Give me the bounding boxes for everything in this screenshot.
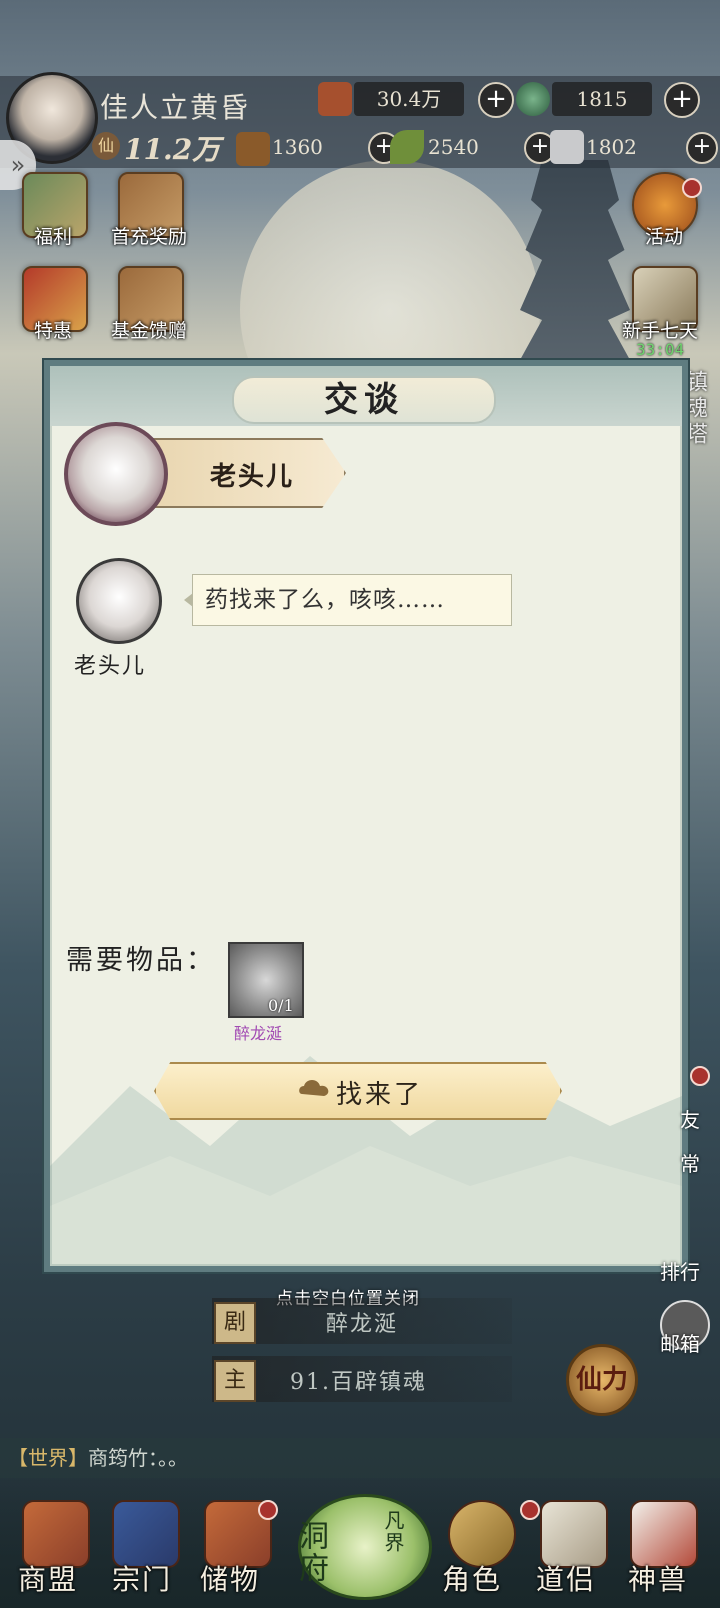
npc-name: 老头儿 — [210, 462, 295, 492]
story-quest-tag: 剧 — [214, 1302, 256, 1344]
iron-ingot-icon — [550, 130, 584, 164]
copper-ore-icon — [318, 82, 352, 116]
newbie-seven-days-label: 新手七天 — [621, 320, 698, 342]
required-items-label: 需要物品： — [66, 945, 216, 976]
first-recharge-label: 首充奖励 — [110, 226, 187, 248]
iron-value: 1802 — [586, 135, 637, 159]
wood-amount: 1360 — [272, 130, 362, 164]
jade-amount: 1815 — [552, 82, 652, 116]
talk-dialog: 交谈 老头儿 老头儿 药找来了么，咳咳…… 需要物品： 0/1 醉龙涎 找来了 — [44, 360, 688, 1272]
wood-value: 1360 — [272, 135, 323, 159]
story-quest-text: 醉龙涎 — [326, 1312, 399, 1337]
copper-value: 30.4万 — [376, 87, 442, 111]
main-quest-text: 91.百辟镇魂 — [290, 1370, 427, 1395]
friends-badge-icon — [690, 1066, 710, 1086]
item-count: 0/1 — [268, 996, 294, 1015]
newbie-timer: 33:04 — [636, 340, 685, 359]
jade-value: 1815 — [576, 87, 628, 111]
nav-mortal-realm[interactable]: 凡界 — [378, 1510, 408, 1554]
welfare-label: 福利 — [33, 226, 72, 248]
add-jade-button[interactable]: + — [664, 82, 700, 118]
xianli-button[interactable]: 仙力 — [566, 1344, 638, 1416]
rank-label[interactable]: 排行 — [660, 1256, 700, 1285]
power-icon: 仙 — [92, 132, 120, 160]
chat-speaker-name: 老头儿 — [74, 654, 147, 679]
world-chat-bar[interactable]: 【世界】商筠竹：。。 — [0, 1438, 720, 1478]
mail-label[interactable]: 邮箱 — [660, 1328, 700, 1357]
player-name: 佳人立黄昏 — [100, 91, 251, 124]
combat-power: 11.2万 — [124, 133, 221, 166]
found-it-label: 找来了 — [336, 1080, 424, 1110]
chat-bubble: 药找来了么，咳咳…… — [184, 574, 512, 626]
world-chat-message: 商筠竹：。。 — [88, 1446, 188, 1470]
activity-badge-icon — [682, 178, 702, 198]
herb-leaf-icon — [390, 130, 424, 164]
nav-cave[interactable]: 洞府 — [293, 1520, 332, 1584]
copper-amount: 30.4万 — [354, 82, 464, 116]
nav-storage[interactable]: 储物 — [200, 1558, 260, 1598]
fund-gift-label: 基金馈赠 — [110, 320, 187, 342]
nav-sect[interactable]: 宗门 — [112, 1558, 172, 1598]
main-quest-tag: 主 — [214, 1360, 256, 1402]
iron-amount: 1802 — [586, 130, 676, 164]
add-iron-button[interactable]: + — [686, 132, 718, 164]
item-name: 醉龙涎 — [234, 1024, 283, 1043]
wood-icon — [236, 132, 270, 166]
herb-amount: 2540 — [428, 130, 518, 164]
storage-badge-icon — [258, 1500, 278, 1520]
cloud-icon — [299, 1080, 329, 1096]
nav-merchant[interactable]: 商盟 — [18, 1558, 78, 1598]
jade-icon — [516, 82, 550, 116]
daily-label[interactable]: 常 — [680, 1148, 700, 1177]
npc-portrait — [64, 422, 168, 526]
chat-avatar — [76, 558, 162, 644]
nav-partner[interactable]: 道侣 — [536, 1558, 596, 1598]
herb-value: 2540 — [428, 135, 479, 159]
character-badge-icon — [520, 1500, 540, 1520]
add-copper-button[interactable]: + — [478, 82, 514, 118]
activity-label: 活动 — [644, 226, 683, 248]
nav-character[interactable]: 角色 — [442, 1558, 502, 1598]
nav-beast[interactable]: 神兽 — [628, 1558, 688, 1598]
special-offer-label: 特惠 — [33, 320, 72, 342]
friends-label[interactable]: 友 — [680, 1104, 700, 1133]
dialog-title: 交谈 — [232, 376, 496, 424]
world-chat-channel: 【世界】 — [8, 1446, 88, 1470]
